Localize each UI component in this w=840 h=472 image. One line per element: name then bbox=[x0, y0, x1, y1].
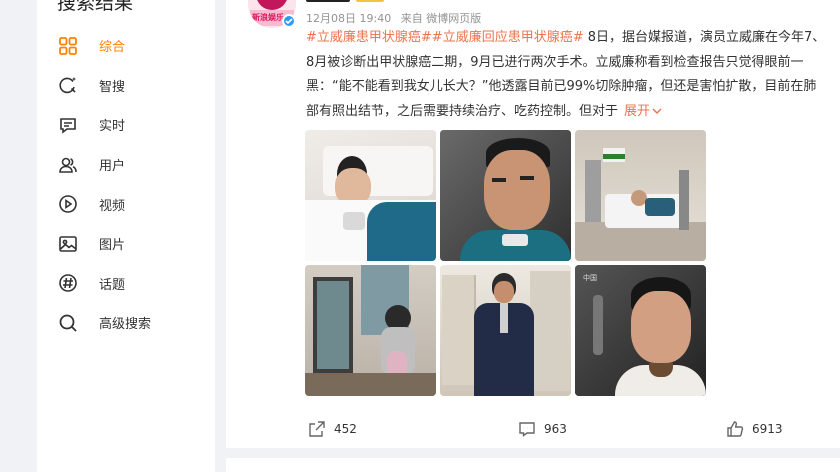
sidebar-item-label: 实时 bbox=[99, 119, 126, 135]
repost-button[interactable]: 452 bbox=[308, 420, 357, 438]
post-time[interactable]: 12月08日 19:40 bbox=[306, 12, 391, 25]
post-actions: 452 963 6913 bbox=[226, 410, 840, 446]
sidebar-item-users[interactable]: 用户 bbox=[57, 145, 207, 185]
post-image[interactable] bbox=[440, 130, 571, 261]
expand-link[interactable]: 展开 bbox=[624, 104, 662, 119]
share-icon bbox=[309, 421, 325, 437]
sidebar: 搜索结果 综合 智搜 实时 用户 视频 图片 话题 高级搜索 bbox=[37, 0, 215, 472]
verified-badge-icon bbox=[282, 14, 296, 28]
next-feed-post bbox=[226, 458, 840, 472]
feed-post: 新浪娱乐 12月08日 19:40 来自 微博网页版 #立威廉患甲状腺癌##立威… bbox=[226, 0, 840, 448]
sidebar-item-label: 智搜 bbox=[99, 79, 126, 95]
comment-button[interactable]: 963 bbox=[518, 420, 567, 438]
member-badge bbox=[356, 0, 384, 2]
sidebar-item-smart-search[interactable]: 智搜 bbox=[57, 66, 207, 106]
sidebar-item-images[interactable]: 图片 bbox=[57, 224, 207, 264]
sidebar-item-label: 高级搜索 bbox=[99, 317, 152, 333]
sidebar-item-label: 视频 bbox=[99, 198, 126, 214]
image-gallery: 中国 bbox=[305, 130, 707, 396]
sidebar-item-label: 综合 bbox=[99, 40, 126, 56]
topic-tag-link[interactable]: #立威廉回应患甲状腺癌# bbox=[432, 30, 584, 45]
realtime-icon bbox=[57, 114, 79, 136]
sidebar-item-label: 用户 bbox=[99, 159, 126, 175]
sidebar-item-label: 图片 bbox=[99, 238, 126, 254]
sidebar-item-realtime[interactable]: 实时 bbox=[57, 105, 207, 145]
comment-count: 963 bbox=[544, 422, 567, 436]
post-image[interactable] bbox=[305, 130, 436, 261]
search-icon bbox=[57, 312, 79, 334]
author-name[interactable] bbox=[306, 0, 350, 2]
sidebar-item-comprehensive[interactable]: 综合 bbox=[57, 26, 207, 66]
smart-search-icon bbox=[57, 74, 79, 96]
post-image[interactable] bbox=[305, 265, 436, 396]
post-image[interactable] bbox=[440, 265, 571, 396]
post-source: 来自 微博网页版 bbox=[400, 12, 482, 25]
grid-icon bbox=[57, 35, 79, 57]
comment-icon bbox=[519, 422, 535, 437]
sidebar-title: 搜索结果 bbox=[57, 0, 134, 14]
sidebar-item-topics[interactable]: 话题 bbox=[57, 264, 207, 304]
image-icon bbox=[57, 233, 79, 255]
thumbs-up-icon bbox=[727, 421, 744, 437]
video-play-icon bbox=[57, 193, 79, 215]
hashtag-icon bbox=[57, 272, 79, 294]
users-icon bbox=[57, 154, 79, 176]
sidebar-item-video[interactable]: 视频 bbox=[57, 184, 207, 224]
like-count: 6913 bbox=[752, 422, 783, 436]
post-meta: 12月08日 19:40 来自 微博网页版 bbox=[306, 10, 487, 26]
like-button[interactable]: 6913 bbox=[726, 420, 783, 438]
chevron-down-icon bbox=[652, 108, 662, 114]
post-text: #立威廉患甲状腺癌##立威廉回应患甲状腺癌# 8日，据台媒报道，演员立威廉在今年… bbox=[306, 26, 828, 124]
sidebar-nav: 综合 智搜 实时 用户 视频 图片 话题 高级搜索 bbox=[57, 26, 207, 343]
topic-tag-link[interactable]: #立威廉患甲状腺癌# bbox=[306, 30, 432, 45]
post-image[interactable]: 中国 bbox=[575, 265, 706, 396]
sidebar-item-advanced-search[interactable]: 高级搜索 bbox=[57, 303, 207, 343]
sidebar-item-label: 话题 bbox=[99, 277, 126, 293]
post-image[interactable] bbox=[575, 130, 706, 261]
repost-count: 452 bbox=[334, 422, 357, 436]
